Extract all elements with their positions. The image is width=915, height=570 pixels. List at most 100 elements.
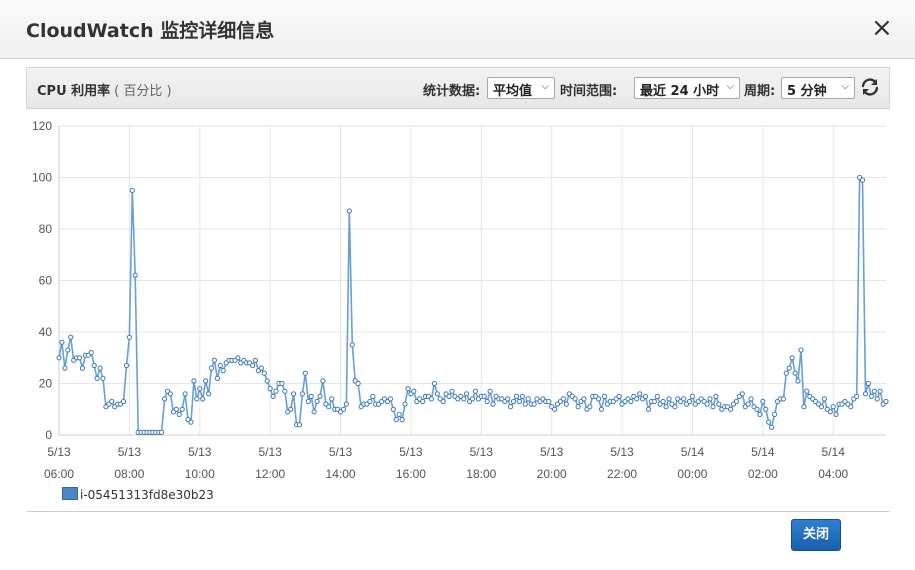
data-point bbox=[62, 365, 68, 371]
data-point bbox=[94, 375, 100, 381]
data-point bbox=[428, 396, 434, 402]
x-tick-time-label: 22:00 bbox=[607, 467, 637, 481]
data-point bbox=[531, 401, 537, 407]
data-point bbox=[396, 411, 402, 417]
data-point bbox=[874, 396, 880, 402]
x-tick-time-label: 00:00 bbox=[677, 467, 707, 481]
data-point bbox=[821, 396, 828, 402]
data-point bbox=[827, 409, 833, 415]
data-point bbox=[560, 396, 567, 402]
data-point bbox=[707, 396, 713, 402]
chevron-down-icon: ⌵ bbox=[726, 81, 734, 92]
data-point bbox=[390, 406, 396, 412]
data-point bbox=[513, 393, 520, 399]
chevron-down-icon: ⌵ bbox=[541, 81, 549, 92]
data-point bbox=[596, 396, 602, 402]
y-tick-label: 40 bbox=[39, 325, 53, 339]
time-range-select[interactable]: 最近 24 小时 ⌵ bbox=[634, 77, 740, 99]
statistic-select-value: 平均值 bbox=[493, 84, 533, 99]
data-point bbox=[634, 396, 640, 402]
close-button[interactable]: 关闭 bbox=[791, 519, 841, 551]
statistic-select[interactable]: 平均值 ⌵ bbox=[487, 77, 555, 99]
data-point bbox=[252, 357, 259, 363]
data-point bbox=[97, 365, 103, 371]
data-point bbox=[868, 393, 874, 399]
x-tick-time-label: 02:00 bbox=[748, 467, 778, 481]
data-point bbox=[848, 404, 854, 410]
x-tick-time-label: 18:00 bbox=[466, 467, 496, 481]
refresh-icon[interactable] bbox=[859, 76, 881, 98]
period-label: 周期: bbox=[744, 84, 776, 99]
data-point bbox=[182, 391, 188, 397]
data-point bbox=[346, 208, 352, 214]
data-point bbox=[546, 398, 552, 405]
y-tick-label: 60 bbox=[39, 274, 53, 288]
dialog-title: CloudWatch 监控详细信息 bbox=[26, 20, 275, 42]
x-tick-time-label: 12:00 bbox=[255, 467, 285, 481]
data-point bbox=[88, 350, 94, 356]
x-tick-date-label: 5/13 bbox=[329, 445, 353, 459]
data-point bbox=[305, 398, 311, 405]
data-point bbox=[654, 393, 660, 399]
data-point bbox=[59, 339, 65, 345]
data-point bbox=[217, 362, 223, 369]
data-point bbox=[871, 388, 877, 394]
data-point bbox=[763, 406, 769, 412]
data-point bbox=[511, 398, 517, 405]
data-point bbox=[279, 380, 285, 387]
data-point bbox=[859, 177, 866, 183]
data-point bbox=[760, 398, 766, 405]
data-point bbox=[123, 362, 130, 369]
data-point bbox=[651, 398, 657, 405]
data-point bbox=[203, 378, 209, 384]
data-point bbox=[461, 396, 467, 402]
data-point bbox=[637, 391, 643, 397]
data-point bbox=[176, 411, 182, 417]
data-point bbox=[402, 401, 408, 407]
period-select[interactable]: 5 分钟 ⌵ bbox=[781, 77, 855, 99]
metric-unit: ( 百分比 ) bbox=[114, 84, 172, 99]
data-point bbox=[818, 404, 825, 410]
data-point bbox=[801, 404, 807, 410]
data-point bbox=[109, 398, 115, 405]
data-point bbox=[792, 370, 798, 376]
x-tick-date-label: 5/14 bbox=[822, 445, 846, 459]
metric-title: CPU 利用率( 百分比 ) bbox=[37, 80, 172, 99]
data-point bbox=[132, 272, 138, 278]
data-point bbox=[490, 401, 496, 407]
data-point bbox=[326, 404, 332, 410]
data-point bbox=[261, 370, 267, 376]
data-point bbox=[728, 406, 734, 412]
metric-toolbar: CPU 利用率( 百分比 ) 统计数据: 平均值 ⌵ 时间范围: 最近 24 小… bbox=[26, 67, 890, 109]
data-point bbox=[399, 417, 405, 423]
x-tick-time-label: 04:00 bbox=[818, 467, 848, 481]
statistic-label: 统计数据: bbox=[423, 84, 481, 99]
data-point bbox=[766, 419, 772, 425]
x-tick-date-label: 5/13 bbox=[399, 445, 423, 459]
data-point bbox=[854, 393, 860, 399]
data-point bbox=[519, 393, 525, 399]
data-point bbox=[258, 365, 264, 371]
data-point bbox=[65, 347, 71, 353]
data-point bbox=[572, 396, 578, 402]
close-icon[interactable]: × bbox=[871, 15, 893, 41]
x-tick-date-label: 5/14 bbox=[751, 445, 775, 459]
x-tick-date-label: 5/13 bbox=[47, 445, 71, 459]
data-point bbox=[616, 393, 622, 399]
data-point bbox=[440, 398, 446, 405]
metric-name: CPU 利用率 bbox=[37, 84, 111, 99]
data-point bbox=[469, 396, 476, 402]
data-point bbox=[783, 370, 789, 376]
data-point bbox=[681, 396, 687, 402]
data-point bbox=[686, 398, 693, 405]
data-point bbox=[302, 370, 308, 376]
x-tick-time-label: 20:00 bbox=[537, 467, 567, 481]
data-point bbox=[484, 398, 490, 405]
data-point bbox=[235, 355, 241, 361]
data-point bbox=[317, 393, 323, 399]
data-point bbox=[311, 409, 317, 415]
data-point bbox=[299, 391, 305, 397]
data-point bbox=[420, 398, 426, 405]
data-point bbox=[159, 429, 165, 435]
data-point bbox=[194, 396, 200, 402]
